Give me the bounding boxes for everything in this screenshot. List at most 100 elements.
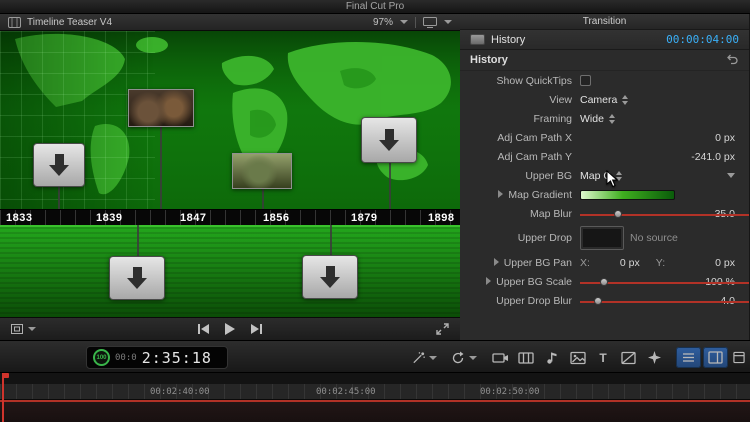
timeline-track[interactable] xyxy=(0,400,750,422)
down-arrow-icon xyxy=(49,154,69,176)
timeline-ruler[interactable]: 00:02:40:00 00:02:45:00 00:02:50:00 xyxy=(0,384,750,400)
upper-drop-blur-slider[interactable] xyxy=(580,295,749,307)
inspector-toggle-button[interactable] xyxy=(703,347,728,368)
next-frame-button[interactable] xyxy=(251,324,262,334)
stepper-icon xyxy=(622,94,629,105)
placard-stem xyxy=(389,163,391,209)
row-show-quicktips: Show QuickTips xyxy=(460,71,749,90)
clip-icon xyxy=(8,16,21,28)
fit-zoom-button[interactable] xyxy=(10,323,36,335)
year-label: 1898 xyxy=(428,212,455,224)
placard-stem xyxy=(137,225,139,256)
view-select-value: Camera xyxy=(580,93,618,106)
camera-icon xyxy=(491,353,508,363)
param-label: Show QuickTips xyxy=(496,74,572,87)
media-browser-button[interactable] xyxy=(514,347,538,368)
year-label: 1833 xyxy=(6,212,33,224)
inspector-header: History 00:00:04:00 xyxy=(460,30,749,50)
effects-browser-button[interactable] xyxy=(642,347,666,368)
timecode-prefix: 00:0 xyxy=(115,352,137,363)
browser-toggle-button[interactable] xyxy=(730,347,748,368)
ruler-timecode: 00:02:50:00 xyxy=(480,387,540,397)
inspector-panel-icon xyxy=(708,351,723,364)
upper-bg-scale-slider[interactable] xyxy=(580,276,749,288)
previous-frame-button[interactable] xyxy=(198,324,209,334)
timeline-placard xyxy=(33,143,85,187)
row-framing: Framing Wide xyxy=(460,109,749,128)
adj-cam-path-y-value[interactable]: -241.0 px xyxy=(691,151,735,163)
upper-drop-well[interactable] xyxy=(580,226,624,250)
row-adj-cam-path-y: Adj Cam Path Y -241.0 px xyxy=(460,147,749,166)
retime-button[interactable] xyxy=(446,347,480,368)
disclosure-icon[interactable] xyxy=(498,189,504,198)
row-upper-bg-scale: Upper BG Scale 100 % xyxy=(460,272,749,291)
timeline-index-button[interactable] xyxy=(676,347,701,368)
effect-duration-timecode: 00:00:04:00 xyxy=(666,33,739,46)
playhead[interactable] xyxy=(2,373,9,422)
param-label: Upper Drop xyxy=(517,232,572,244)
display-options-icon[interactable] xyxy=(423,16,437,28)
map-gradient-swatch[interactable] xyxy=(580,189,675,200)
row-map-gradient: Map Gradient xyxy=(460,185,749,204)
play-button[interactable] xyxy=(225,323,235,335)
fit-chevron-icon xyxy=(28,327,36,331)
fullscreen-icon[interactable] xyxy=(435,322,450,336)
stepper-icon xyxy=(608,113,615,124)
down-arrow-icon xyxy=(127,267,147,289)
year-label: 1879 xyxy=(351,212,378,224)
viewer-footer xyxy=(0,317,460,340)
generators-icon xyxy=(620,351,636,364)
placard-stem xyxy=(58,187,60,209)
pan-x-value[interactable]: 0 px xyxy=(620,257,640,269)
disclosure-icon[interactable] xyxy=(493,257,499,266)
enhancements-button[interactable] xyxy=(408,347,440,368)
row-upper-drop-blur: Upper Drop Blur 4.0 xyxy=(460,291,749,310)
divider xyxy=(415,16,416,28)
inspector-panel: Transition History 00:00:04:00 History S… xyxy=(460,14,749,340)
viewer-title: Timeline Teaser V4 xyxy=(27,16,113,28)
effects-icon xyxy=(647,351,661,364)
effect-title: History xyxy=(491,33,526,46)
transport-controls xyxy=(198,323,262,335)
photo-icon xyxy=(570,351,586,364)
timecode-display[interactable]: 100 00:0 2:35:18 xyxy=(86,346,228,369)
quicktips-checkbox[interactable] xyxy=(580,75,591,86)
framing-select-value: Wide xyxy=(580,112,604,125)
project-timeline[interactable]: 00:02:40:00 00:02:45:00 00:02:50:00 xyxy=(0,373,750,422)
zoom-level[interactable]: 97% xyxy=(373,17,393,28)
reset-icon[interactable] xyxy=(725,54,739,66)
import-media-button[interactable] xyxy=(488,347,512,368)
generators-browser-button[interactable] xyxy=(616,347,640,368)
photos-browser-button[interactable] xyxy=(566,347,590,368)
inspector-body: History Show QuickTips View Camera Frami… xyxy=(460,50,749,340)
viewer-header: Timeline Teaser V4 97% xyxy=(0,14,460,31)
music-browser-button[interactable] xyxy=(540,347,564,368)
index-list-icon xyxy=(683,353,694,362)
fcp-window: Final Cut Pro Timeline Teaser V4 97% 183… xyxy=(0,0,750,422)
titles-icon: T xyxy=(599,350,607,365)
disclosure-icon[interactable] xyxy=(486,276,492,285)
zoom-chevron-icon[interactable] xyxy=(400,20,408,24)
titles-browser-button[interactable]: T xyxy=(592,347,614,368)
timeline-year-bar: 1833 1839 1847 1856 1879 1898 xyxy=(0,209,460,225)
framing-select[interactable]: Wide xyxy=(580,113,615,125)
pan-y-label: Y: xyxy=(655,256,666,269)
pan-y-value[interactable]: 0 px xyxy=(715,257,735,269)
view-select[interactable]: Camera xyxy=(580,93,629,106)
chevron-down-icon[interactable] xyxy=(727,173,735,178)
timeline-placard xyxy=(361,117,417,163)
section-header-history[interactable]: History xyxy=(460,50,749,71)
map-blur-slider[interactable] xyxy=(580,208,749,220)
tab-transition[interactable]: Transition xyxy=(583,16,627,27)
param-label: Adj Cam Path Y xyxy=(497,150,572,163)
adj-cam-path-x-value[interactable]: 0 px xyxy=(715,132,735,144)
year-label: 1856 xyxy=(263,212,290,224)
year-label: 1847 xyxy=(180,212,207,224)
window-titlebar[interactable]: Final Cut Pro xyxy=(0,0,750,14)
inspector-tab-bar: Transition xyxy=(460,14,749,30)
placard-stem xyxy=(330,225,332,255)
magic-wand-icon xyxy=(413,351,425,363)
window-title: Final Cut Pro xyxy=(345,1,405,12)
display-options-chevron-icon[interactable] xyxy=(444,20,452,24)
viewer-canvas[interactable]: 1833 1839 1847 1856 1879 1898 xyxy=(0,31,460,317)
